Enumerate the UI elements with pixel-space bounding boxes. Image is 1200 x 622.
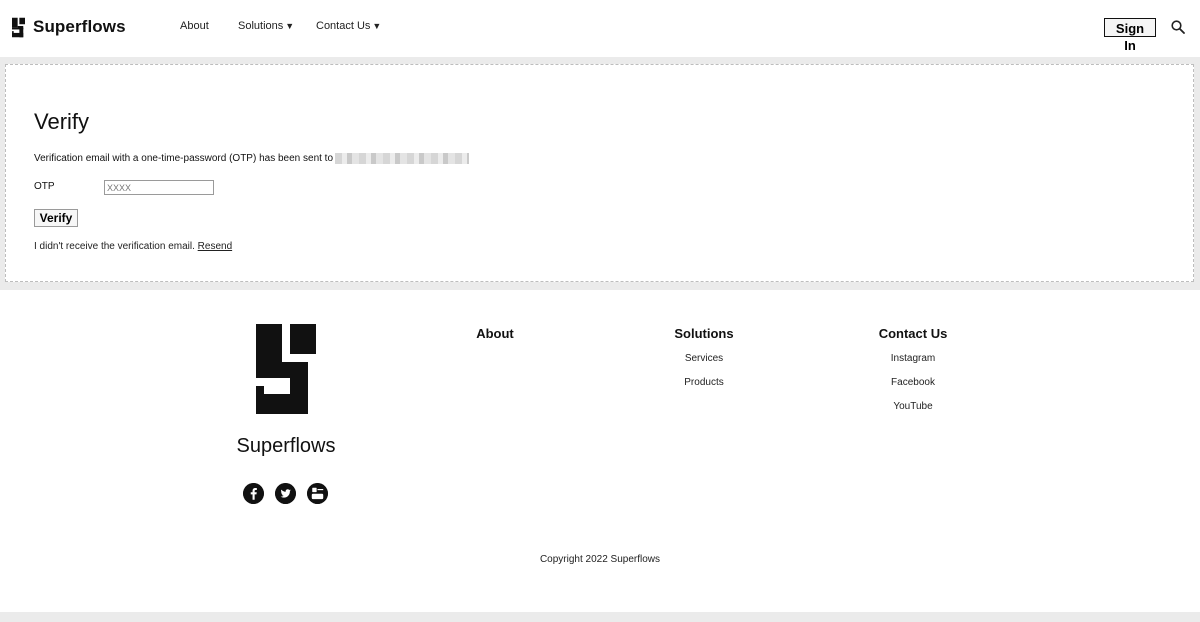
resend-link[interactable]: Resend xyxy=(198,241,232,252)
footer-link-products[interactable]: Products xyxy=(644,377,764,388)
facebook-icon[interactable] xyxy=(243,483,264,504)
caret-down-icon: ▼ xyxy=(372,21,382,31)
no-email-text: I didn't receive the verification email. xyxy=(34,241,195,252)
site-footer: Superflows About Solutions Services Prod… xyxy=(0,290,1200,612)
otp-label: OTP xyxy=(34,181,55,192)
nav-solutions[interactable]: Solutions ▼ xyxy=(238,20,316,32)
redacted-email xyxy=(335,153,470,164)
footer-link-youtube[interactable]: YouTube xyxy=(853,401,973,412)
youtube-icon[interactable] xyxy=(307,483,328,504)
sign-in-button[interactable]: Sign In xyxy=(1104,18,1156,53)
main-nav: About Solutions ▼ Contact Us ▼ xyxy=(180,20,381,32)
page-title: Verify xyxy=(34,109,90,134)
footer-link-instagram[interactable]: Instagram xyxy=(853,353,973,364)
verification-message-text: Verification email with a one-time-passw… xyxy=(34,153,334,164)
footer-link-services[interactable]: Services xyxy=(644,353,764,364)
verification-message: Verification email with a one-time-passw… xyxy=(34,153,470,164)
otp-input[interactable] xyxy=(104,180,214,195)
nav-about-label: About xyxy=(180,20,209,32)
footer-brand-name: Superflows xyxy=(236,435,336,457)
resend-line: I didn't receive the verification email.… xyxy=(34,241,232,252)
copyright: Copyright 2022 Superflows xyxy=(539,554,661,565)
search-icon[interactable] xyxy=(1171,20,1185,34)
twitter-icon[interactable] xyxy=(275,483,296,504)
superflows-logo-icon xyxy=(12,17,25,37)
social-links xyxy=(243,483,328,504)
footer-col-contact-title[interactable]: Contact Us xyxy=(853,326,973,341)
caret-down-icon: ▼ xyxy=(285,21,295,31)
nav-contact-label: Contact Us xyxy=(316,20,371,32)
footer-col-about-title[interactable]: About xyxy=(435,326,555,341)
footer-link-facebook[interactable]: Facebook xyxy=(853,377,973,388)
site-header: Superflows About Solutions ▼ Contact Us … xyxy=(0,0,1200,57)
footer-col-solutions-title[interactable]: Solutions xyxy=(644,326,764,341)
brand-link[interactable]: Superflows xyxy=(12,16,126,38)
superflows-logo-icon xyxy=(256,324,316,414)
brand-name: Superflows xyxy=(33,17,126,36)
nav-contact-us[interactable]: Contact Us ▼ xyxy=(316,20,381,32)
nav-about[interactable]: About xyxy=(180,20,238,32)
verify-button[interactable]: Verify xyxy=(34,209,78,227)
nav-solutions-label: Solutions xyxy=(238,20,284,32)
verify-panel: Verify Verification email with a one-tim… xyxy=(5,64,1194,282)
